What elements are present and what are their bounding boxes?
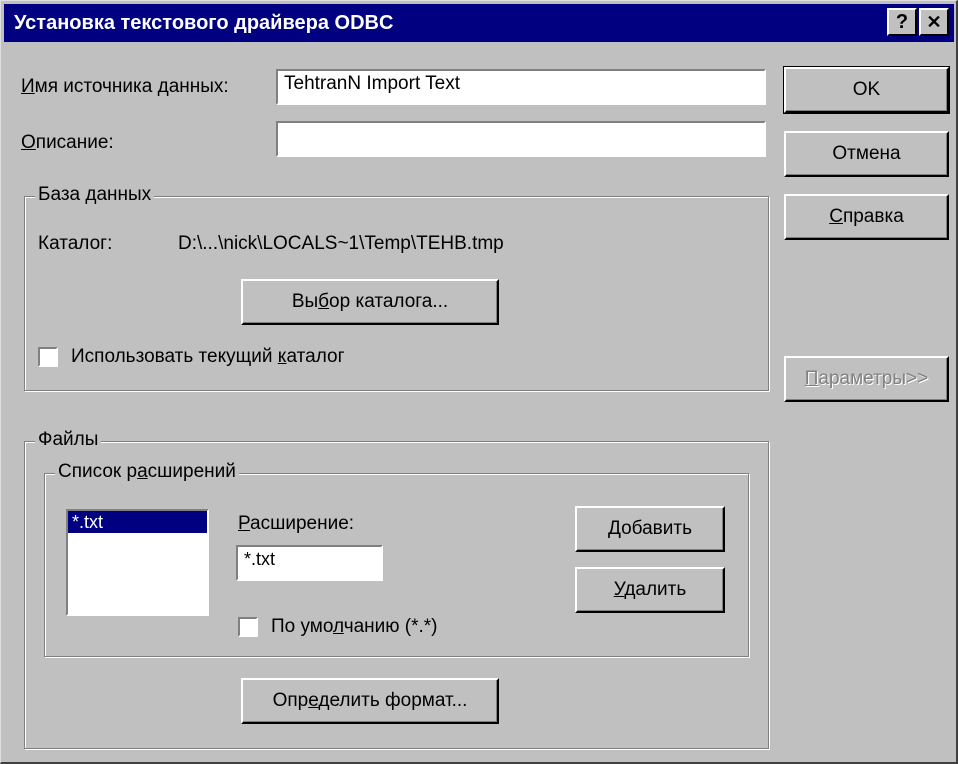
default-extension-label: По умолчанию (*.*) bbox=[271, 616, 438, 638]
select-catalog-post: ор каталога... bbox=[329, 291, 449, 312]
extension-label-text: асширение: bbox=[250, 513, 355, 534]
extension-label-accel: Р bbox=[238, 513, 251, 534]
use-current-catalog-checkbox[interactable] bbox=[38, 347, 58, 367]
use-current-post: аталог bbox=[286, 346, 345, 367]
default-extension-checkbox[interactable] bbox=[238, 617, 258, 637]
help-icon[interactable]: ? bbox=[887, 8, 917, 36]
close-glyph: ✕ bbox=[926, 12, 942, 32]
extension-listbox[interactable]: *.txt bbox=[66, 509, 209, 616]
add-button-accel: Д bbox=[608, 518, 622, 539]
catalog-path: D:\...\nick\LOCALS~1\Temp\TEHB.tmp bbox=[178, 233, 504, 254]
close-icon[interactable]: ✕ bbox=[919, 8, 949, 36]
use-current-pre: Использовать текущий bbox=[71, 346, 278, 367]
default-accel: л bbox=[333, 616, 344, 637]
description-label: Описание: bbox=[21, 132, 114, 154]
ext-title-post: сширений bbox=[147, 461, 236, 482]
datasource-label-text: мя источника данных: bbox=[34, 76, 229, 97]
extension-value: *.txt bbox=[244, 549, 276, 569]
define-format-pre: Опр bbox=[272, 690, 309, 711]
list-item[interactable]: *.txt bbox=[68, 511, 207, 533]
ext-title-accel: а bbox=[137, 461, 148, 482]
datasource-label: Имя источника данных: bbox=[21, 76, 229, 98]
define-format-button[interactable]: Определить формат... bbox=[241, 678, 499, 724]
ok-button-label: OK bbox=[852, 79, 881, 100]
ok-button[interactable]: OK bbox=[783, 66, 950, 114]
ext-title-pre: Список р bbox=[58, 461, 138, 482]
select-catalog-accel: б bbox=[318, 291, 330, 312]
database-group-title: База данных bbox=[35, 184, 155, 206]
help-glyph: ? bbox=[895, 11, 909, 33]
default-post: чанию (*.*) bbox=[343, 616, 438, 637]
files-group-title: Файлы bbox=[35, 429, 102, 451]
title-bar[interactable]: Установка текстового драйвера ODBC ? ✕ bbox=[4, 4, 954, 42]
cancel-button[interactable]: Отмена bbox=[784, 131, 949, 177]
use-current-accel: к bbox=[277, 346, 287, 367]
delete-button-accel: У bbox=[613, 579, 625, 600]
delete-extension-button[interactable]: Удалить bbox=[575, 567, 725, 613]
window-title: Установка текстового драйвера ODBC bbox=[14, 12, 394, 34]
description-label-text: писание: bbox=[35, 132, 114, 153]
help-button-accel: С bbox=[829, 206, 843, 227]
list-item-text: *.txt bbox=[72, 512, 104, 532]
help-button-label: правка bbox=[842, 206, 904, 227]
default-pre: По умо bbox=[271, 616, 334, 637]
description-input[interactable] bbox=[276, 121, 766, 157]
options-button[interactable]: Параметры>> bbox=[784, 356, 949, 402]
extension-list-title: Список расширений bbox=[55, 461, 239, 483]
extension-label: Расширение: bbox=[238, 513, 354, 535]
delete-button-label: далить bbox=[624, 579, 687, 600]
extension-input[interactable]: *.txt bbox=[236, 545, 383, 581]
define-format-post: делить формат... bbox=[318, 690, 468, 711]
add-extension-button[interactable]: Добавить bbox=[575, 506, 725, 552]
catalog-label: Каталог: bbox=[38, 233, 113, 254]
cancel-button-label: Отмена bbox=[832, 143, 901, 164]
odbc-text-setup-dialog: Установка текстового драйвера ODBC ? ✕ И… bbox=[0, 0, 958, 764]
select-catalog-pre: Вы bbox=[291, 291, 319, 312]
datasource-label-accel: И bbox=[21, 76, 35, 97]
options-button-label: араметры>> bbox=[818, 368, 929, 389]
datasource-name-input[interactable]: TehtranN Import Text bbox=[276, 69, 766, 105]
description-label-accel: О bbox=[21, 132, 36, 153]
add-button-label: обавить bbox=[621, 518, 692, 539]
define-format-accel: е bbox=[308, 690, 319, 711]
options-button-accel: П bbox=[804, 368, 819, 389]
select-catalog-button[interactable]: Выбор каталога... bbox=[241, 279, 499, 325]
use-current-catalog-label: Использовать текущий каталог bbox=[71, 346, 345, 368]
datasource-name-value: TehtranN Import Text bbox=[284, 73, 461, 94]
help-button[interactable]: Справка bbox=[784, 194, 949, 240]
